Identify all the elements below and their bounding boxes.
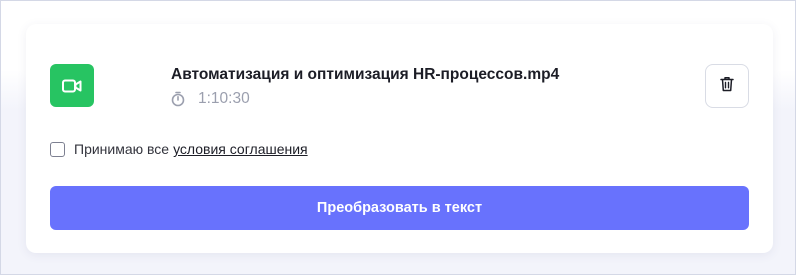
agreement-terms-link[interactable]: условия соглашения [173, 141, 308, 157]
agreement-text: Принимаю все [74, 141, 170, 157]
video-camera-icon [50, 64, 94, 107]
file-name: Автоматизация и оптимизация HR-процессов… [171, 66, 560, 83]
duration-row: 1:10:30 [171, 89, 250, 109]
delete-button[interactable] [705, 64, 749, 108]
stopwatch-icon [171, 91, 187, 107]
file-card: Автоматизация и оптимизация HR-процессов… [26, 24, 773, 253]
agreement-checkbox[interactable] [50, 141, 65, 157]
file-duration: 1:10:30 [198, 90, 250, 107]
trash-icon [720, 76, 734, 97]
convert-to-text-button[interactable]: Преобразовать в текст [50, 186, 749, 230]
agreement-row: Принимаю все условия соглашения [50, 140, 308, 158]
